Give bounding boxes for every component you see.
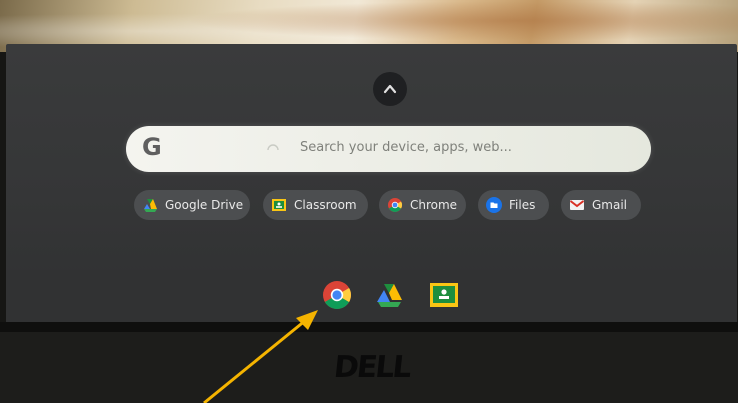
search-placeholder-text: Search your device, apps, web... — [300, 140, 512, 155]
suggested-app-gmail[interactable]: Gmail — [561, 190, 641, 220]
google-drive-icon — [144, 199, 157, 212]
shelf-classroom-icon[interactable] — [429, 280, 459, 310]
search-spinner-icon — [267, 144, 279, 151]
shelf — [6, 270, 737, 322]
gmail-icon — [569, 200, 585, 210]
classroom-icon — [272, 199, 286, 211]
suggested-app-google-drive[interactable]: Google Drive — [134, 190, 250, 220]
launcher-search-box[interactable]: G Search your device, apps, web... — [126, 126, 651, 172]
chip-label: Google Drive — [165, 198, 244, 212]
shelf-google-drive-icon[interactable] — [374, 280, 404, 310]
files-icon — [486, 197, 502, 213]
chip-label: Gmail — [592, 198, 628, 212]
suggested-app-chrome[interactable]: Chrome — [379, 190, 466, 220]
expand-launcher-button[interactable] — [373, 72, 407, 106]
chevron-up-icon — [383, 84, 397, 94]
chip-label: Classroom — [294, 198, 357, 212]
chip-label: Files — [509, 198, 536, 212]
shelf-chrome-icon[interactable] — [322, 280, 352, 310]
chrome-icon — [388, 198, 402, 212]
suggested-app-classroom[interactable]: Classroom — [263, 190, 368, 220]
google-g-icon: G — [142, 133, 162, 161]
photo-of-chromebook-screen: G Search your device, apps, web... Googl… — [0, 0, 738, 403]
suggested-app-files[interactable]: Files — [478, 190, 549, 220]
chip-label: Chrome — [410, 198, 458, 212]
dell-logo: DELL — [332, 350, 412, 385]
